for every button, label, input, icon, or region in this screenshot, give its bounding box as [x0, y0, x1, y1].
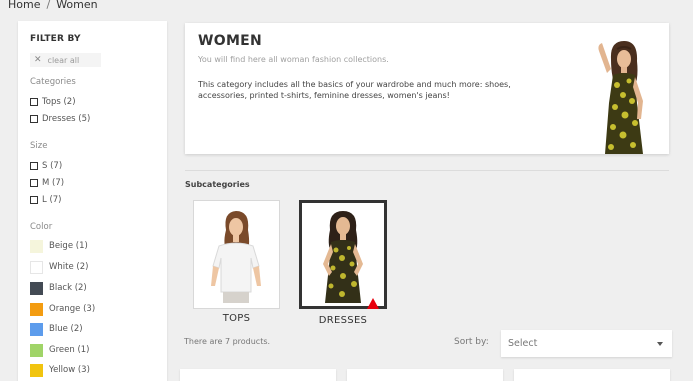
color-swatch[interactable] — [30, 239, 43, 253]
clear-all-button[interactable]: ✕ clear all — [30, 53, 101, 67]
facet-title-categories: Categories — [30, 77, 76, 87]
filter-color-blue[interactable]: Blue (2) — [30, 322, 83, 336]
filter-label: Green (1) — [49, 345, 90, 355]
filter-label: Beige (1) — [49, 241, 88, 251]
close-icon: ✕ — [34, 55, 42, 65]
filter-label: Orange (3) — [49, 304, 96, 314]
filter-label: Dresses (5) — [42, 114, 91, 124]
color-swatch[interactable] — [30, 343, 43, 357]
subcategory-tops-label[interactable]: TOPS — [193, 313, 280, 324]
filter-tops[interactable]: Tops (2) — [30, 96, 76, 108]
filter-label: Blue (2) — [49, 324, 83, 334]
filter-dresses[interactable]: Dresses (5) — [30, 113, 90, 125]
product-card[interactable] — [514, 369, 670, 381]
checkbox[interactable] — [30, 162, 38, 170]
color-swatch[interactable] — [30, 363, 43, 377]
filter-label: S (7) — [42, 161, 63, 171]
product-card[interactable] — [347, 369, 503, 381]
color-swatch[interactable] — [30, 322, 43, 336]
filter-size-s[interactable]: S (7) — [30, 160, 62, 172]
color-swatch[interactable] — [30, 302, 43, 316]
checkbox[interactable] — [30, 179, 38, 187]
category-description: This category includes all the basics of… — [198, 80, 511, 100]
subcategories-title: Subcategories — [185, 180, 250, 189]
filter-color-white[interactable]: White (2) — [30, 260, 89, 274]
color-swatch[interactable] — [30, 281, 43, 295]
category-subtitle: You will find here all woman fashion col… — [198, 55, 389, 64]
breadcrumb-separator: / — [46, 0, 51, 11]
breadcrumb-current[interactable]: Women — [56, 0, 97, 11]
filter-title: FILTER BY — [30, 34, 81, 44]
color-swatch[interactable] — [30, 260, 43, 274]
product-card[interactable] — [180, 369, 336, 381]
facet-title-color: Color — [30, 222, 53, 232]
filter-size-m[interactable]: M (7) — [30, 177, 64, 189]
category-header: WOMEN You will find here all woman fashi… — [185, 23, 669, 154]
checkbox[interactable] — [30, 196, 38, 204]
product-count: There are 7 products. — [184, 337, 271, 346]
facet-title-size: Size — [30, 141, 48, 151]
filter-color-orange[interactable]: Orange (3) — [30, 302, 96, 316]
dresses-image — [305, 206, 381, 303]
subcategory-dresses-thumbnail[interactable] — [299, 200, 387, 309]
filter-sidebar: FILTER BY ✕ clear all Categories Tops (2… — [18, 21, 167, 381]
category-title: WOMEN — [198, 33, 263, 49]
cursor-icon — [367, 298, 379, 309]
breadcrumb: Home / Women — [8, 0, 98, 11]
filter-color-yellow[interactable]: Yellow (3) — [30, 363, 90, 377]
sort-select-value: Select — [508, 338, 538, 349]
breadcrumb-home[interactable]: Home — [8, 0, 40, 11]
filter-label: L (7) — [42, 195, 62, 205]
checkbox[interactable] — [30, 98, 38, 106]
checkbox[interactable] — [30, 115, 38, 123]
category-banner-image — [598, 41, 643, 154]
sort-select[interactable]: Select — [501, 330, 672, 357]
filter-label: Black (2) — [49, 283, 87, 293]
subcategory-dresses-label[interactable]: DRESSES — [299, 315, 387, 326]
filter-label: White (2) — [49, 262, 89, 272]
filter-size-l[interactable]: L (7) — [30, 194, 61, 206]
divider — [185, 170, 669, 171]
filter-color-beige[interactable]: Beige (1) — [30, 239, 88, 253]
chevron-down-icon — [657, 342, 663, 346]
filter-label: M (7) — [42, 178, 65, 188]
filter-color-black[interactable]: Black (2) — [30, 281, 87, 295]
filter-label: Tops (2) — [42, 97, 76, 107]
sort-label: Sort by: — [454, 337, 489, 347]
filter-color-green[interactable]: Green (1) — [30, 343, 90, 357]
subcategory-tops-thumbnail[interactable] — [193, 200, 280, 309]
filter-label: Yellow (3) — [49, 365, 90, 375]
clear-all-label: clear all — [47, 55, 80, 65]
tops-image — [199, 206, 274, 303]
